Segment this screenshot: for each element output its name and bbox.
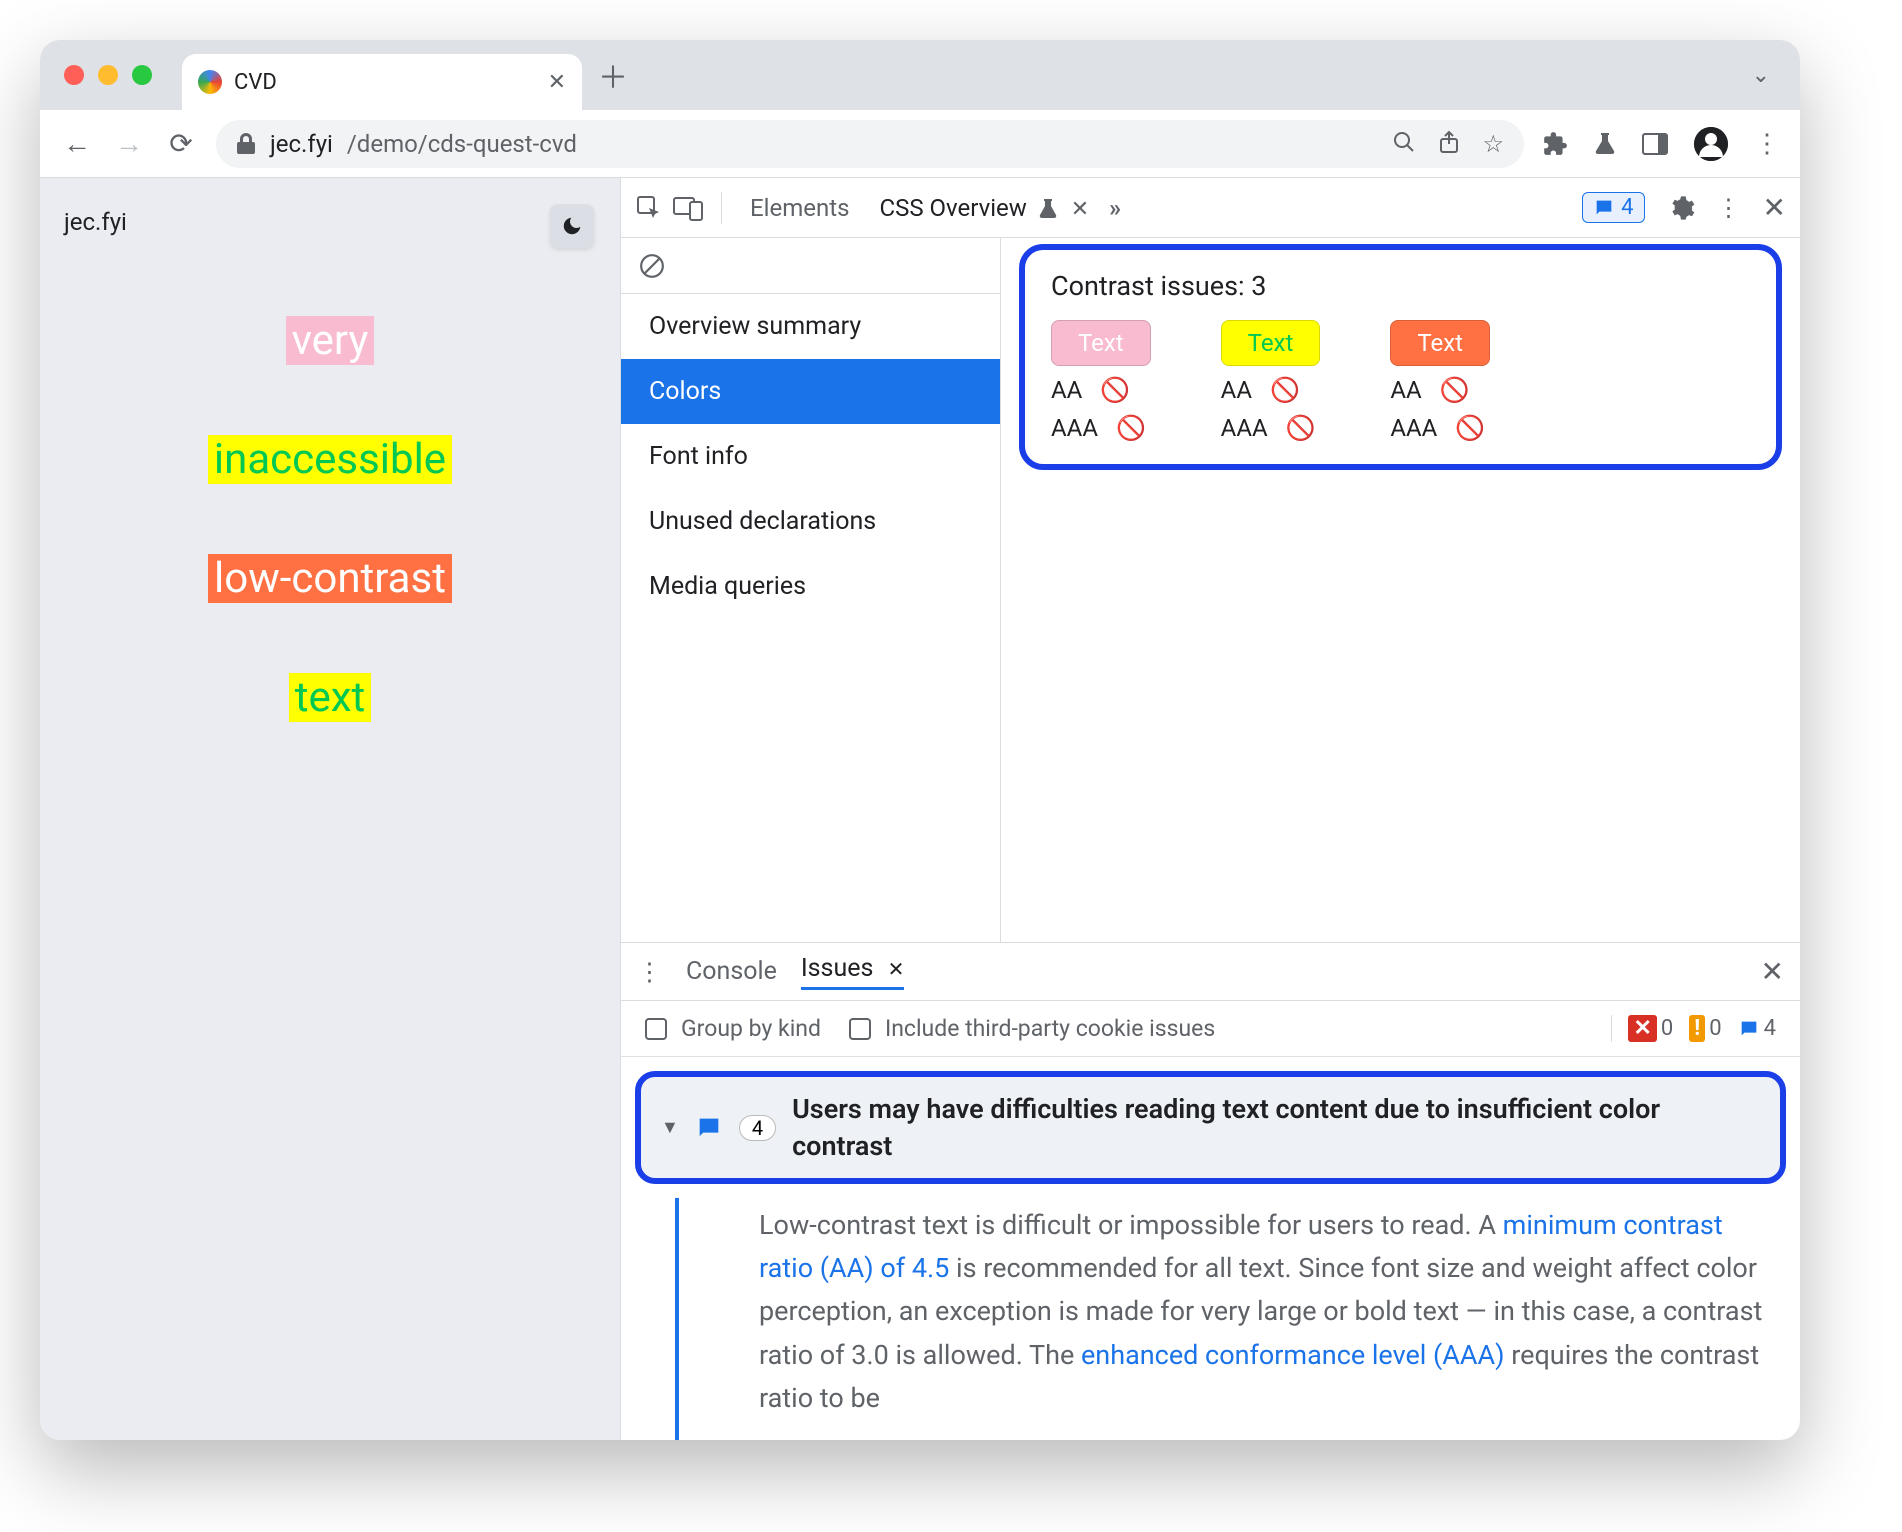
close-devtools-icon[interactable]: ✕ — [1763, 191, 1786, 224]
devtools-panel: Elements CSS Overview ✕ » 4 — [620, 178, 1800, 1440]
drawer-menu-icon[interactable]: ⋮ — [637, 957, 662, 987]
device-toggle-icon[interactable] — [673, 195, 703, 221]
reload-button[interactable]: ⟳ — [164, 127, 198, 160]
minimize-window-button[interactable] — [98, 65, 118, 85]
label-third-party: Include third-party cookie issues — [885, 1015, 1215, 1042]
titlebar: CVD ✕ ＋ ⌄ — [40, 40, 1800, 110]
issue-description: Low-contrast text is difficult or imposs… — [675, 1198, 1800, 1440]
beaker-icon — [1033, 194, 1063, 222]
drawer-tabstrip: ⋮ Console Issues ✕ ✕ — [621, 943, 1800, 1001]
url-path: /demo/cds-quest-cvd — [347, 130, 577, 158]
browser-window: CVD ✕ ＋ ⌄ ← → ⟳ jec.fyi/demo/cds-quest-c… — [40, 40, 1800, 1440]
devtools-menu-icon[interactable]: ⋮ — [1717, 194, 1741, 222]
back-button[interactable]: ← — [60, 127, 94, 160]
issue-header[interactable]: ▼ 4 Users may have difficulties reading … — [635, 1071, 1786, 1184]
lock-icon — [236, 133, 256, 155]
contrast-issue-2[interactable]: Text AA🚫 AAA🚫 — [1221, 320, 1321, 442]
fail-icon: 🚫 — [1440, 376, 1470, 404]
search-icon[interactable] — [1392, 130, 1416, 158]
site-title: jec.fyi — [64, 208, 596, 236]
fail-icon: 🚫 — [1286, 414, 1316, 442]
sample-text-1: very — [286, 316, 375, 365]
contrast-issues-box: Contrast issues: 3 Text AA🚫 AAA🚫 Text AA… — [1019, 244, 1782, 470]
sidebar-item-unused-declarations[interactable]: Unused declarations — [621, 489, 1000, 554]
fullscreen-window-button[interactable] — [132, 65, 152, 85]
tab-list-chevron-icon[interactable]: ⌄ — [1752, 63, 1770, 88]
label-group-by-kind: Group by kind — [681, 1015, 821, 1042]
forward-button[interactable]: → — [112, 127, 146, 160]
issues-filter-bar: Group by kind Include third-party cookie… — [621, 1001, 1800, 1057]
dark-mode-toggle[interactable] — [550, 204, 594, 248]
disclosure-triangle-icon[interactable]: ▼ — [661, 1117, 679, 1138]
close-drawer-icon[interactable]: ✕ — [1761, 955, 1784, 988]
contrast-chip: Text — [1390, 320, 1490, 366]
checkbox-third-party[interactable] — [849, 1018, 871, 1040]
extensions-icon[interactable] — [1542, 131, 1568, 157]
devtools-drawer: ⋮ Console Issues ✕ ✕ Group by kind Inclu… — [621, 942, 1800, 1440]
issue-category-icon — [695, 1114, 723, 1142]
fail-icon: 🚫 — [1455, 414, 1485, 442]
sidebar-item-colors[interactable]: Colors — [621, 359, 1000, 424]
labs-icon[interactable] — [1594, 131, 1616, 157]
inspect-icon[interactable] — [635, 194, 663, 222]
sample-text-4: text — [289, 673, 372, 722]
link-aaa-level[interactable]: enhanced conformance level (AAA) — [1081, 1339, 1505, 1371]
close-window-button[interactable] — [64, 65, 84, 85]
issue-count-badge: 4 — [739, 1115, 776, 1141]
profile-avatar[interactable] — [1694, 127, 1728, 161]
error-count[interactable]: ✕0 — [1628, 1015, 1673, 1042]
info-count[interactable]: 4 — [1738, 1016, 1776, 1041]
contrast-chip: Text — [1051, 320, 1151, 366]
devtools-tabstrip: Elements CSS Overview ✕ » 4 — [621, 178, 1800, 238]
contrast-chip: Text — [1221, 320, 1321, 366]
browser-tab[interactable]: CVD ✕ — [182, 54, 582, 110]
sample-text-2: inaccessible — [208, 435, 452, 484]
sidebar-item-overview-summary[interactable]: Overview summary — [621, 294, 1000, 359]
css-overview-sidebar: Overview summary Colors Font info Unused… — [621, 238, 1001, 942]
tab-issues[interactable]: Issues ✕ — [801, 954, 905, 990]
bookmark-star-icon[interactable]: ☆ — [1482, 130, 1504, 158]
issues-indicator[interactable]: 4 — [1582, 192, 1644, 223]
close-panel-icon[interactable]: ✕ — [1071, 197, 1089, 222]
checkbox-group-by-kind[interactable] — [645, 1018, 667, 1040]
favicon-icon — [198, 70, 222, 94]
fail-icon: 🚫 — [1100, 376, 1130, 404]
close-tab-button[interactable]: ✕ — [548, 70, 566, 95]
new-tab-button[interactable]: ＋ — [598, 53, 628, 97]
tab-css-overview[interactable]: CSS Overview ✕ — [869, 188, 1099, 228]
address-bar[interactable]: jec.fyi/demo/cds-quest-cvd ☆ — [216, 120, 1524, 168]
sidebar-item-media-queries[interactable]: Media queries — [621, 554, 1000, 619]
contrast-issues-title: Contrast issues: 3 — [1051, 270, 1750, 302]
clear-overview-icon[interactable] — [621, 238, 1000, 294]
sample-text-3: low-contrast — [208, 554, 452, 603]
close-drawer-tab-icon[interactable]: ✕ — [888, 957, 905, 981]
webpage-viewport: jec.fyi very inaccessible low-contrast t… — [40, 178, 620, 1440]
browser-toolbar: ← → ⟳ jec.fyi/demo/cds-quest-cvd ☆ — [40, 110, 1800, 178]
tab-elements[interactable]: Elements — [740, 188, 859, 228]
share-icon[interactable] — [1438, 130, 1460, 158]
contrast-issue-1[interactable]: Text AA🚫 AAA🚫 — [1051, 320, 1151, 442]
url-host: jec.fyi — [270, 130, 333, 158]
css-overview-content: Contrast issues: 3 Text AA🚫 AAA🚫 Text AA… — [1001, 238, 1800, 942]
fail-icon: 🚫 — [1270, 376, 1300, 404]
tab-console[interactable]: Console — [686, 957, 777, 986]
issue-title: Users may have difficulties reading text… — [792, 1091, 1760, 1164]
tab-title: CVD — [234, 70, 277, 95]
side-panel-icon[interactable] — [1642, 133, 1668, 155]
fail-icon: 🚫 — [1116, 414, 1146, 442]
window-controls — [64, 65, 152, 85]
more-tabs-icon[interactable]: » — [1109, 194, 1121, 222]
sidebar-item-font-info[interactable]: Font info — [621, 424, 1000, 489]
contrast-issue-3[interactable]: Text AA🚫 AAA🚫 — [1390, 320, 1490, 442]
browser-menu-icon[interactable]: ⋮ — [1754, 129, 1780, 159]
settings-gear-icon[interactable] — [1667, 194, 1695, 222]
warning-count[interactable]: !0 — [1689, 1015, 1721, 1042]
